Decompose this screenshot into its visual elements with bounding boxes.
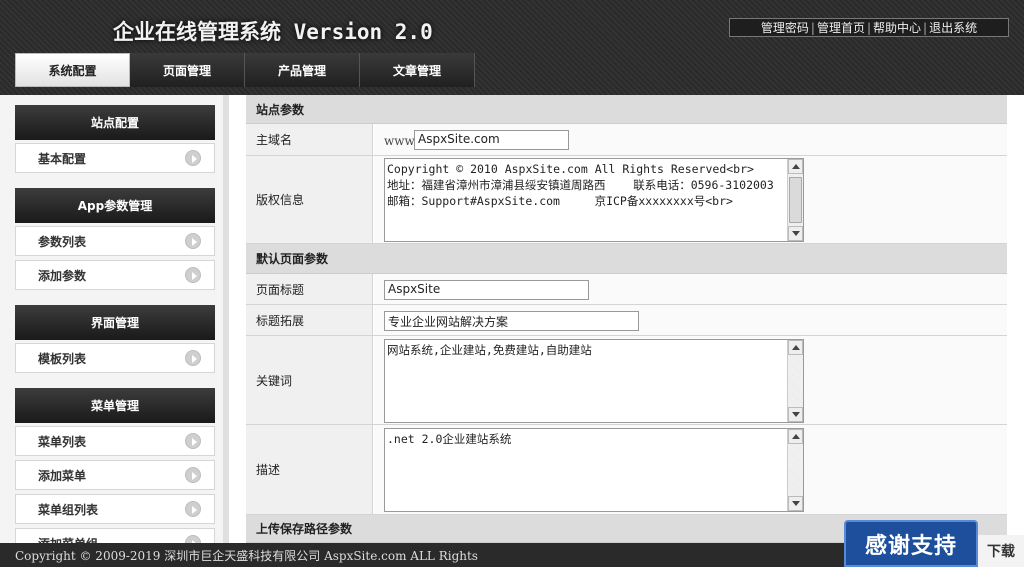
main-nav-tabs: 系统配置 页面管理 产品管理 文章管理 (15, 53, 475, 87)
description-label: 描述 (246, 425, 373, 514)
scroll-down-icon[interactable] (788, 226, 803, 241)
section-default-page-params: 默认页面参数 (246, 244, 1007, 274)
scroll-up-icon[interactable] (788, 340, 803, 355)
top-links: 管理密码 | 管理首页 | 帮助中心 | 退出系统 (729, 18, 1009, 37)
row-title-extension: 标题拓展 专业企业网站解决方案 (246, 305, 1007, 336)
domain-label: 主域名 (246, 124, 373, 155)
sidebar-group-site-config: 站点配置 (15, 105, 215, 140)
scroll-down-icon[interactable] (788, 407, 803, 422)
sidebar-item-add-menu[interactable]: 添加菜单 (15, 460, 215, 490)
copyright-text: Copyright © 2010 AspxSite.com All Rights… (387, 162, 774, 208)
tab-page-management[interactable]: 页面管理 (130, 53, 245, 87)
separator: | (866, 20, 872, 35)
chevron-right-icon (185, 267, 201, 283)
scroll-up-icon[interactable] (788, 159, 803, 174)
domain-input[interactable]: AspxSite.com (414, 130, 569, 150)
sidebar-item-add-menu-group[interactable]: 添加菜单组 (15, 528, 215, 543)
thanks-support-badge[interactable]: 感谢支持 (844, 520, 978, 567)
sidebar-group-ui-management: 界面管理 (15, 305, 215, 340)
keywords-textarea[interactable]: 网站系统,企业建站,免费建站,自助建站 (384, 339, 804, 423)
sidebar-item-label: 模板列表 (38, 351, 87, 366)
tab-product-management[interactable]: 产品管理 (245, 53, 360, 87)
scrollbar[interactable] (787, 429, 803, 511)
row-description: 描述 .net 2.0企业建站系统 (246, 425, 1007, 515)
chevron-right-icon (185, 433, 201, 449)
title-extension-label: 标题拓展 (246, 305, 373, 335)
tab-article-management[interactable]: 文章管理 (360, 53, 475, 87)
row-page-title: 页面标题 AspxSite (246, 274, 1007, 305)
sidebar-item-menu-list[interactable]: 菜单列表 (15, 426, 215, 456)
sidebar-item-menu-group-list[interactable]: 菜单组列表 (15, 494, 215, 524)
row-keywords: 关键词 网站系统,企业建站,免费建站,自助建站 (246, 336, 1007, 425)
scroll-up-icon[interactable] (788, 429, 803, 444)
tab-system-config[interactable]: 系统配置 (15, 53, 130, 87)
app-title: 企业在线管理系统 Version 2.0 (113, 20, 433, 44)
link-logout[interactable]: 退出系统 (929, 19, 977, 36)
description-textarea[interactable]: .net 2.0企业建站系统 (384, 428, 804, 512)
section-site-params: 站点参数 (246, 95, 1007, 124)
row-domain: 主域名 www. AspxSite.com (246, 124, 1007, 156)
sidebar: 站点配置 基本配置 App参数管理 参数列表 添加参数 界面管理 模板列表 菜单… (0, 95, 229, 543)
scrollbar[interactable] (787, 159, 803, 241)
sidebar-group-app-params: App参数管理 (15, 188, 215, 223)
sidebar-item-label: 添加参数 (38, 268, 87, 283)
chevron-right-icon (185, 501, 201, 517)
page-title-input[interactable]: AspxSite (384, 280, 589, 300)
link-help-center[interactable]: 帮助中心 (873, 19, 921, 36)
link-admin-password[interactable]: 管理密码 (761, 19, 809, 36)
description-text: .net 2.0企业建站系统 (387, 432, 512, 446)
settings-form: 站点参数 主域名 www. AspxSite.com 版权信息 Copyrigh… (246, 95, 1007, 543)
row-copyright: 版权信息 Copyright © 2010 AspxSite.com All R… (246, 156, 1007, 244)
copyright-textarea[interactable]: Copyright © 2010 AspxSite.com All Rights… (384, 158, 804, 242)
sidebar-item-label: 参数列表 (38, 234, 87, 249)
scroll-down-icon[interactable] (788, 496, 803, 511)
link-admin-home[interactable]: 管理首页 (817, 19, 865, 36)
keywords-label: 关键词 (246, 336, 373, 424)
chevron-right-icon (185, 467, 201, 483)
sidebar-item-label: 菜单组列表 (38, 502, 99, 517)
sidebar-item-label: 基本配置 (38, 151, 87, 166)
separator: | (810, 20, 815, 35)
header: 企业在线管理系统 Version 2.0 管理密码 | 管理首页 | 帮助中心 … (0, 0, 1024, 95)
scrollbar[interactable] (787, 340, 803, 422)
sidebar-item-label: 添加菜单组 (38, 535, 98, 544)
separator: | (923, 20, 928, 35)
keywords-text: 网站系统,企业建站,免费建站,自助建站 (387, 343, 592, 357)
chevron-right-icon (185, 535, 201, 543)
copyright-label: 版权信息 (246, 156, 373, 243)
scroll-thumb[interactable] (789, 177, 802, 223)
page-title-label: 页面标题 (246, 274, 373, 304)
sidebar-item-label: 菜单列表 (38, 434, 87, 449)
sidebar-group-menu-management: 菜单管理 (15, 388, 215, 423)
domain-prefix: www. (384, 134, 418, 148)
download-badge[interactable]: 下载 (978, 535, 1024, 567)
chevron-right-icon (185, 150, 201, 166)
sidebar-item-label: 添加菜单 (38, 468, 87, 483)
sidebar-item-param-list[interactable]: 参数列表 (15, 226, 215, 256)
title-extension-input[interactable]: 专业企业网站解决方案 (384, 311, 639, 331)
chevron-right-icon (185, 233, 201, 249)
sidebar-item-add-param[interactable]: 添加参数 (15, 260, 215, 290)
sidebar-item-basic-config[interactable]: 基本配置 (15, 143, 215, 173)
chevron-right-icon (185, 350, 201, 366)
sidebar-item-template-list[interactable]: 模板列表 (15, 343, 215, 373)
